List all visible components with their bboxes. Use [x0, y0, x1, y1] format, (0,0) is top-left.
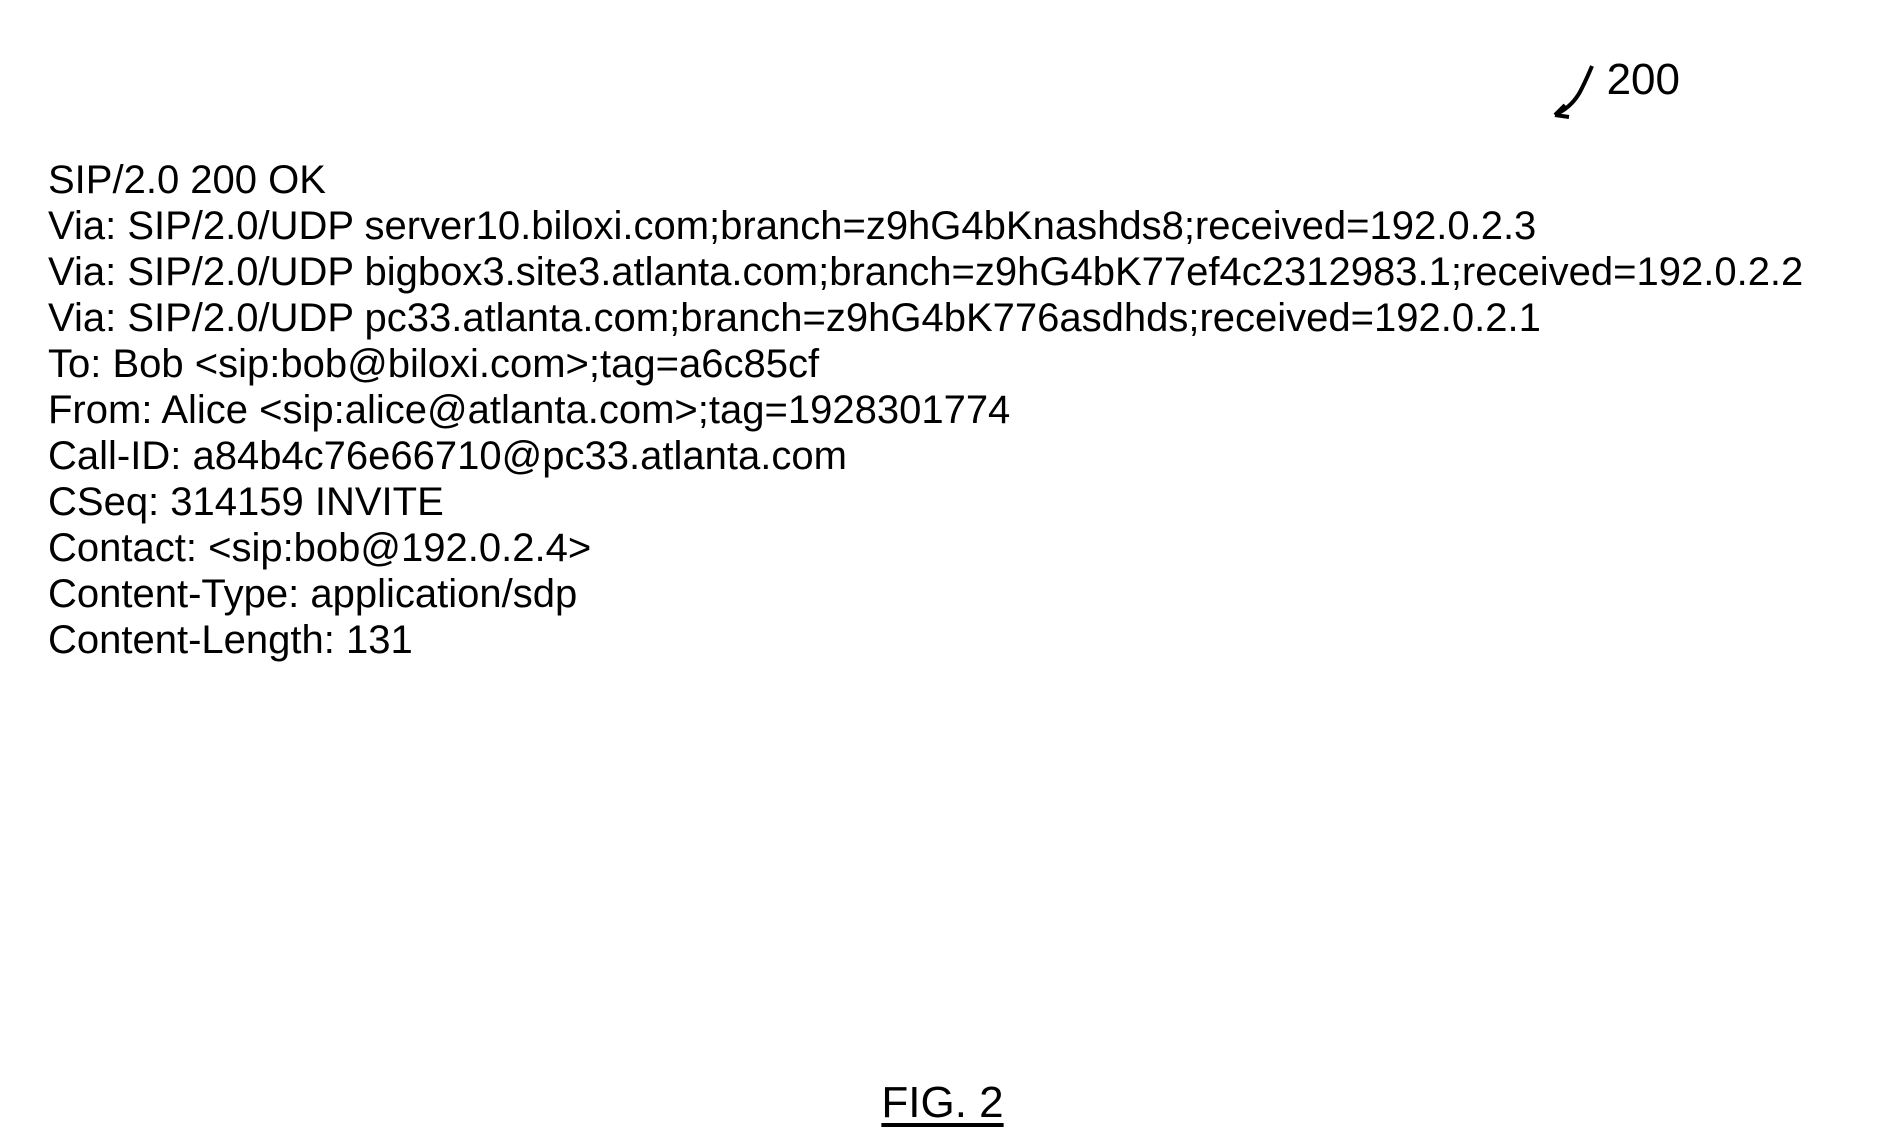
- sip-contact-header: Contact: <sip:bob@192.0.2.4>: [48, 525, 1803, 571]
- sip-from-header: From: Alice <sip:alice@atlanta.com>;tag=…: [48, 387, 1803, 433]
- figure-reference-number: 200: [1607, 55, 1680, 105]
- sip-to-header: To: Bob <sip:bob@biloxi.com>;tag=a6c85cf: [48, 341, 1803, 387]
- sip-via-header-1: Via: SIP/2.0/UDP server10.biloxi.com;bra…: [48, 203, 1803, 249]
- curved-arrow-icon: [1547, 63, 1602, 123]
- sip-call-id-header: Call-ID: a84b4c76e66710@pc33.atlanta.com: [48, 433, 1803, 479]
- figure-caption: FIG. 2: [881, 1078, 1003, 1128]
- sip-content-type-header: Content-Type: application/sdp: [48, 571, 1803, 617]
- sip-content-length-header: Content-Length: 131: [48, 617, 1803, 663]
- sip-via-header-2: Via: SIP/2.0/UDP bigbox3.site3.atlanta.c…: [48, 249, 1803, 295]
- figure-reference-label: 200: [1547, 55, 1680, 123]
- sip-cseq-header: CSeq: 314159 INVITE: [48, 479, 1803, 525]
- sip-message-block: SIP/2.0 200 OK Via: SIP/2.0/UDP server10…: [48, 157, 1803, 663]
- sip-via-header-3: Via: SIP/2.0/UDP pc33.atlanta.com;branch…: [48, 295, 1803, 341]
- sip-status-line: SIP/2.0 200 OK: [48, 157, 1803, 203]
